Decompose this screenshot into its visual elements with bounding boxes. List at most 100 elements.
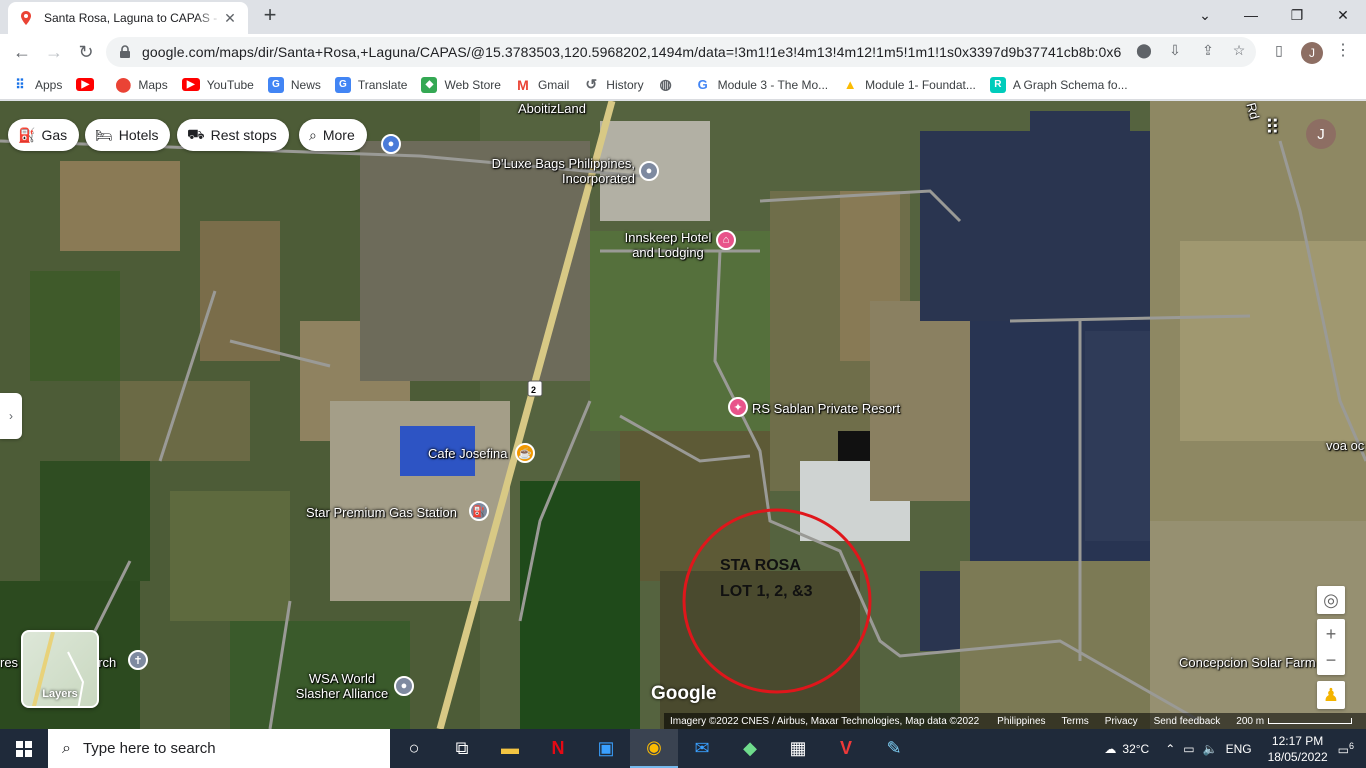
bookmark-apps[interactable]: ⠿ Apps [12, 77, 62, 93]
profile-avatar[interactable]: J [1301, 42, 1323, 64]
history-icon: ↺ [585, 76, 598, 92]
app-icon[interactable]: ◆ [726, 729, 774, 768]
place-dluxe-bags[interactable]: D'Luxe Bags Philippines, Incorporated [485, 156, 635, 186]
start-button[interactable] [0, 729, 48, 768]
place-wsa-world[interactable]: WSA World Slasher Alliance [292, 671, 392, 701]
zoom-in-icon[interactable]: + [1326, 621, 1337, 647]
active-tab[interactable]: Santa Rosa, Laguna to CAPAS - Google Map… [8, 2, 248, 34]
bookmark-star-icon[interactable]: ☆ [1230, 41, 1248, 59]
store-pin-icon[interactable]: ● [381, 134, 401, 154]
chrome-icon[interactable]: ◉ [630, 729, 678, 768]
place-voa-partial[interactable]: voa oc [1326, 438, 1364, 453]
scale-label[interactable]: 200 m [1236, 716, 1264, 727]
netflix-icon[interactable]: N [534, 729, 582, 768]
taskbar-search[interactable]: ⌕ Type here to search [48, 729, 390, 768]
lot-annotation: STA ROSA LOT 1, 2, &3 [720, 553, 812, 605]
place-res-partial[interactable]: res [0, 655, 18, 670]
place-concepcion-solar-farm[interactable]: Concepcion Solar Farm [1179, 655, 1316, 670]
install-icon[interactable]: ⇩ [1166, 41, 1184, 59]
place-rs-sablan-resort[interactable]: RS Sablan Private Resort [752, 401, 900, 416]
church-pin-icon[interactable]: ✝ [128, 650, 148, 670]
expand-side-panel-button[interactable]: › [0, 393, 22, 439]
share-icon[interactable]: ⇪ [1199, 41, 1217, 59]
place-cafe-josefina[interactable]: Cafe Josefina [428, 446, 508, 461]
country-link[interactable]: Philippines [997, 716, 1045, 727]
bookmark-label: Module 1- Foundat... [865, 77, 976, 92]
bookmark-module-1[interactable]: ▲ Module 1- Foundat... [842, 77, 976, 93]
chip-gas[interactable]: ⛽ Gas [8, 119, 80, 151]
layers-label: Layers [42, 688, 78, 700]
cortana-icon[interactable]: ○ [390, 729, 438, 768]
location-icon[interactable]: ⬤ [1135, 41, 1153, 59]
hotel-pin-icon[interactable]: ⌂ [716, 230, 736, 250]
vivaldi-icon[interactable]: V [822, 729, 870, 768]
bookmark-globe[interactable]: ◍ [658, 76, 681, 93]
google-apps-icon[interactable]: ⠿ [1265, 118, 1280, 138]
my-location-icon[interactable]: ◎ [1317, 586, 1345, 614]
place-pin-icon[interactable]: ● [394, 676, 414, 696]
bookmark-news[interactable]: G News [267, 76, 321, 93]
cafe-pin-icon[interactable]: ☕ [515, 443, 535, 463]
bookmark-maps[interactable]: ⬤ Maps [115, 76, 168, 93]
weather-icon[interactable]: ☁ [1104, 742, 1116, 756]
new-tab-button[interactable]: + [258, 4, 282, 28]
pegman-icon[interactable]: ♟ [1317, 681, 1345, 709]
maps-profile-avatar[interactable]: J [1306, 119, 1336, 149]
chip-rest-stops[interactable]: ⛟ Rest stops [177, 119, 289, 151]
place-pin-icon[interactable]: ● [639, 161, 659, 181]
restore-button[interactable]: ❐ [1274, 0, 1320, 30]
clock[interactable]: 12:17 PM 18/05/2022 [1268, 733, 1328, 765]
weather-temp[interactable]: 32°C [1122, 742, 1149, 756]
bookmark-graph-schema[interactable]: R A Graph Schema fo... [989, 76, 1128, 93]
youtube-icon: ▶ [181, 78, 200, 91]
forward-arrow-icon[interactable]: → [40, 38, 68, 66]
network-icon[interactable]: ▭ [1183, 742, 1194, 756]
chip-more[interactable]: ⌕ More [299, 119, 367, 151]
reload-icon[interactable]: ↻ [72, 38, 100, 66]
bookmark-label: A Graph Schema fo... [1012, 77, 1128, 92]
layers-button[interactable]: Layers [21, 630, 99, 708]
tray-overflow-icon[interactable]: ⌃ [1165, 742, 1175, 756]
bookmark-history[interactable]: ↺ History [583, 76, 643, 93]
calculator-icon[interactable]: ▦ [774, 729, 822, 768]
place-star-gas[interactable]: Star Premium Gas Station [306, 505, 457, 520]
side-panel-icon[interactable]: ▯ [1270, 41, 1288, 59]
tab-search-icon[interactable]: ⌄ [1182, 0, 1228, 30]
task-view-icon[interactable]: ⧉ [438, 729, 486, 768]
bookmark-translate[interactable]: G Translate [334, 76, 407, 93]
search-icon: ⌕ [62, 739, 71, 757]
menu-kebab-icon[interactable]: ⋮ [1334, 41, 1352, 59]
resort-pin-icon[interactable]: ✦ [728, 397, 748, 417]
place-innskeep-hotel[interactable]: Innskeep Hotel and Lodging [618, 230, 718, 260]
terms-link[interactable]: Terms [1062, 716, 1089, 727]
address-bar[interactable]: google.com/maps/dir/Santa+Rosa,+Laguna/C… [106, 37, 1256, 67]
store-icon[interactable]: ▣ [582, 729, 630, 768]
satellite-imagery[interactable] [0, 101, 1366, 729]
chip-hotels[interactable]: 🛏 Hotels [85, 119, 171, 151]
file-explorer-icon[interactable]: ▬ [486, 729, 534, 768]
volume-icon[interactable]: 🔈 [1203, 742, 1218, 756]
tab-close-icon[interactable]: ✕ [222, 10, 238, 27]
paint-icon[interactable]: ✎ [870, 729, 918, 768]
language-indicator[interactable]: ENG [1226, 742, 1252, 756]
bookmark-web-store[interactable]: ◆ Web Store [421, 76, 501, 93]
send-feedback-link[interactable]: Send feedback [1154, 716, 1221, 727]
minimize-button[interactable]: — [1228, 0, 1274, 30]
privacy-link[interactable]: Privacy [1105, 716, 1138, 727]
place-aboitizland[interactable]: AboitizLand [518, 101, 586, 116]
gas-pin-icon[interactable]: ⛽ [469, 501, 489, 521]
translate-icon: G [334, 76, 351, 93]
url-text[interactable]: google.com/maps/dir/Santa+Rosa,+Laguna/C… [142, 44, 1122, 60]
zoom-out-icon[interactable]: − [1326, 647, 1337, 673]
lock-icon[interactable] [118, 45, 132, 59]
back-arrow-icon[interactable]: ← [8, 38, 36, 66]
mail-icon[interactable]: ✉ [678, 729, 726, 768]
bookmark-youtube[interactable]: ▶ YouTube [181, 78, 254, 92]
bookmark-gmail[interactable]: M Gmail [515, 77, 569, 93]
bookmark-youtube-icon-only[interactable]: ▶ [76, 78, 101, 91]
close-window-button[interactable]: ✕ [1320, 0, 1366, 30]
windows-logo-icon [16, 740, 32, 757]
bookmark-module-3[interactable]: G Module 3 - The Mo... [695, 77, 829, 93]
notifications-icon[interactable]: ▭6 [1338, 741, 1354, 757]
satellite-map[interactable]: 2 ⛽ Gas 🛏 Hotels ⛟ Rest stops ⌕ More Abo… [0, 101, 1366, 729]
